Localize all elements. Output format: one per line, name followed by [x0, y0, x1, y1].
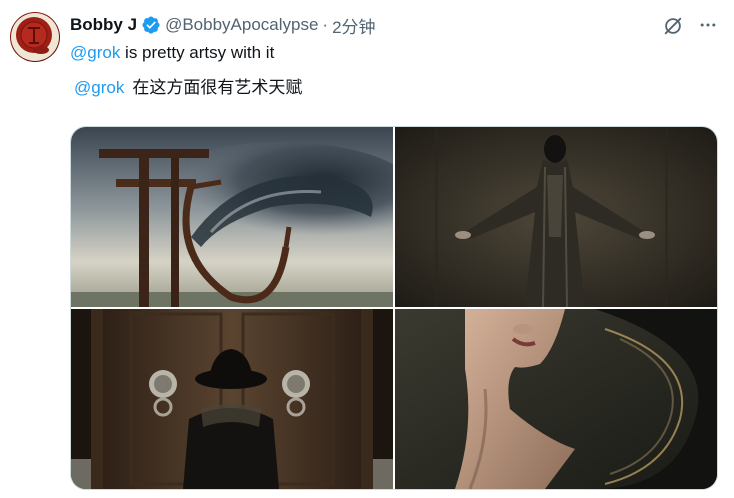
translated-mention-link[interactable]: @grok	[74, 78, 124, 97]
author-avatar[interactable]	[10, 12, 60, 62]
grok-icon	[664, 17, 682, 35]
separator-dot: ·	[322, 15, 329, 34]
tweet-timestamp[interactable]: 2分钟	[332, 13, 375, 38]
more-options-icon	[700, 23, 716, 27]
face-swirl-portrait-image[interactable]	[395, 309, 717, 489]
hat-figure-lion-door-image[interactable]	[71, 309, 393, 489]
tweet-header: Bobby J @BobbyApocalypse · 2分钟	[70, 13, 376, 37]
tweet-body-text: is pretty artsy with it	[120, 43, 275, 62]
verified-badge-icon	[142, 16, 160, 34]
author-handle[interactable]: @BobbyApocalypse	[165, 15, 318, 35]
torii-gate-storm-image[interactable]	[71, 127, 393, 307]
mention-link[interactable]: @grok	[70, 43, 120, 62]
grok-button[interactable]	[662, 15, 684, 37]
tweet-text: @grok is pretty artsy with it	[70, 42, 274, 64]
translated-text: @grok 在这方面很有艺术天赋	[74, 77, 302, 99]
robed-figure-image[interactable]	[395, 127, 717, 307]
translated-body-text: 在这方面很有艺术天赋	[132, 78, 303, 97]
author-display-name[interactable]: Bobby J	[70, 15, 137, 35]
media-grid	[70, 126, 718, 490]
more-options-button[interactable]	[697, 14, 719, 36]
wax-seal-icon	[11, 13, 59, 61]
